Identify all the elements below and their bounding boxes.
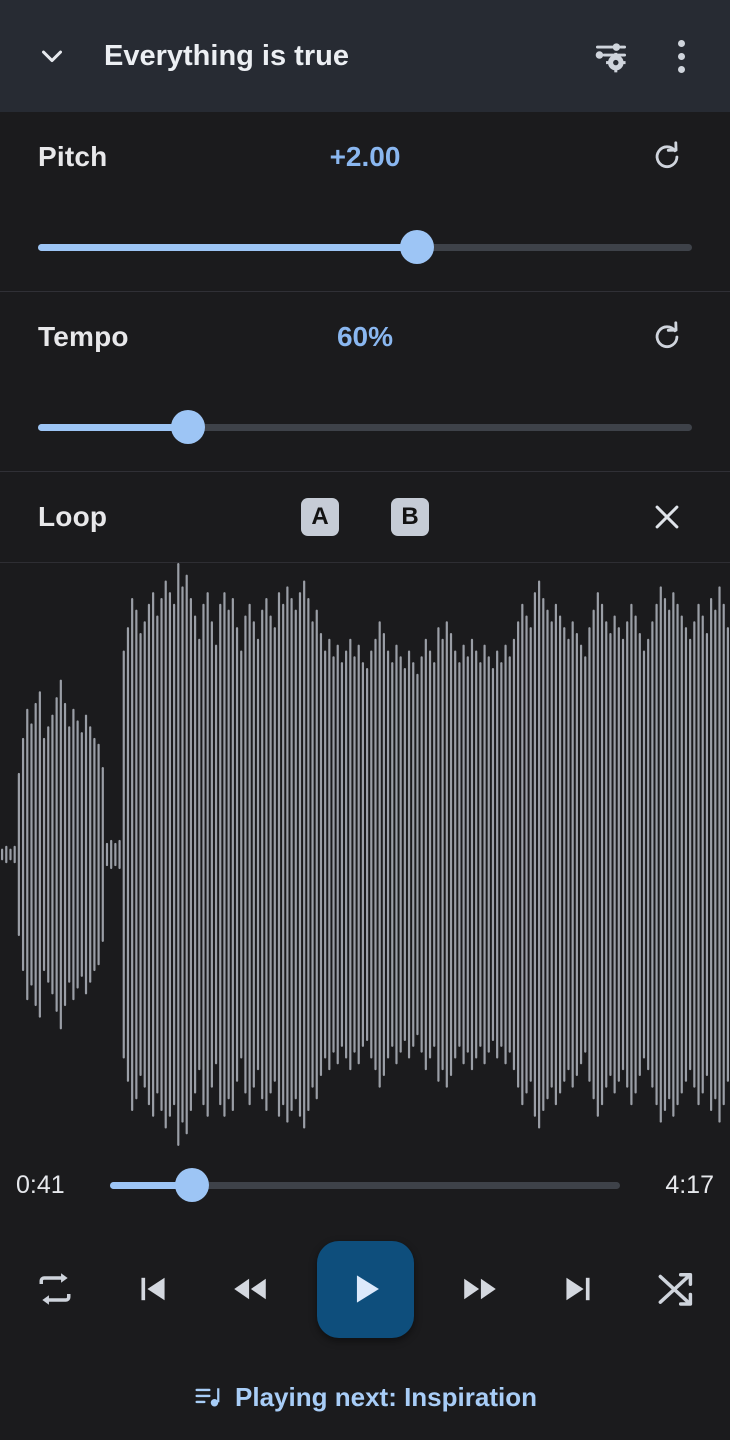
seek-bar-thumb[interactable]: [175, 1168, 209, 1202]
audio-waveform[interactable]: [0, 563, 730, 1146]
repeat-icon: [33, 1267, 77, 1311]
reset-icon: [650, 320, 684, 354]
loop-markers: A B: [24, 498, 706, 536]
pitch-reset-button[interactable]: [642, 132, 692, 182]
pitch-header-row: Pitch +2.00: [38, 112, 692, 202]
loop-close-button[interactable]: [642, 492, 692, 542]
tempo-label: Tempo: [38, 321, 129, 353]
total-time: 4:17: [638, 1171, 714, 1200]
audio-settings-button[interactable]: [584, 29, 638, 83]
seek-bar[interactable]: [110, 1182, 620, 1189]
pitch-label: Pitch: [38, 141, 107, 173]
loop-b-button[interactable]: B: [391, 498, 429, 536]
play-button[interactable]: [317, 1241, 414, 1338]
pitch-slider-wrap: [38, 202, 692, 292]
next-track-button[interactable]: [547, 1258, 609, 1320]
fast-forward-icon: [458, 1267, 502, 1311]
previous-track-button[interactable]: [122, 1258, 184, 1320]
tempo-section: Tempo 60%: [0, 292, 730, 472]
loop-a-button[interactable]: A: [301, 498, 339, 536]
audio-settings-icon: [593, 38, 629, 74]
skip-next-icon: [557, 1268, 599, 1310]
tempo-slider[interactable]: [38, 424, 692, 431]
player-header: Everything is true: [0, 0, 730, 112]
pitch-slider-fill: [38, 244, 417, 251]
repeat-button[interactable]: [24, 1258, 86, 1320]
skip-previous-icon: [132, 1268, 174, 1310]
pitch-value: +2.00: [38, 112, 692, 202]
pitch-section: Pitch +2.00: [0, 112, 730, 292]
close-icon: [650, 500, 684, 534]
header-actions: [584, 29, 708, 83]
playing-next-text: Playing next: Inspiration: [235, 1382, 537, 1413]
shuffle-button[interactable]: [644, 1258, 706, 1320]
playing-next-bar[interactable]: Playing next: Inspiration: [0, 1354, 730, 1440]
queue-music-icon: [193, 1382, 223, 1412]
more-vertical-icon: [678, 40, 685, 73]
shuffle-icon: [653, 1267, 697, 1311]
music-player-screen: Everything is true: [0, 0, 730, 1440]
tempo-slider-wrap: [38, 382, 692, 472]
tempo-value: 60%: [38, 292, 692, 382]
play-icon: [343, 1267, 387, 1311]
tempo-reset-button[interactable]: [642, 312, 692, 362]
fast-rewind-icon: [228, 1267, 272, 1311]
loop-label: Loop: [38, 501, 107, 533]
tempo-slider-fill: [38, 424, 188, 431]
loop-section: Loop A B: [0, 472, 730, 563]
loop-row: Loop A B: [24, 472, 706, 562]
pitch-slider-thumb[interactable]: [400, 230, 434, 264]
more-options-button[interactable]: [654, 29, 708, 83]
track-title: Everything is true: [104, 40, 584, 73]
tempo-slider-thumb[interactable]: [171, 410, 205, 444]
rewind-button[interactable]: [219, 1258, 281, 1320]
reset-icon: [650, 140, 684, 174]
waveform-area[interactable]: [0, 563, 730, 1146]
forward-button[interactable]: [449, 1258, 511, 1320]
current-time: 0:41: [16, 1171, 92, 1200]
collapse-button[interactable]: [26, 30, 78, 82]
pitch-slider[interactable]: [38, 244, 692, 251]
chevron-down-icon: [35, 39, 69, 73]
tempo-header-row: Tempo 60%: [38, 292, 692, 382]
progress-row: 0:41 4:17: [0, 1146, 730, 1224]
transport-controls: [0, 1224, 730, 1354]
